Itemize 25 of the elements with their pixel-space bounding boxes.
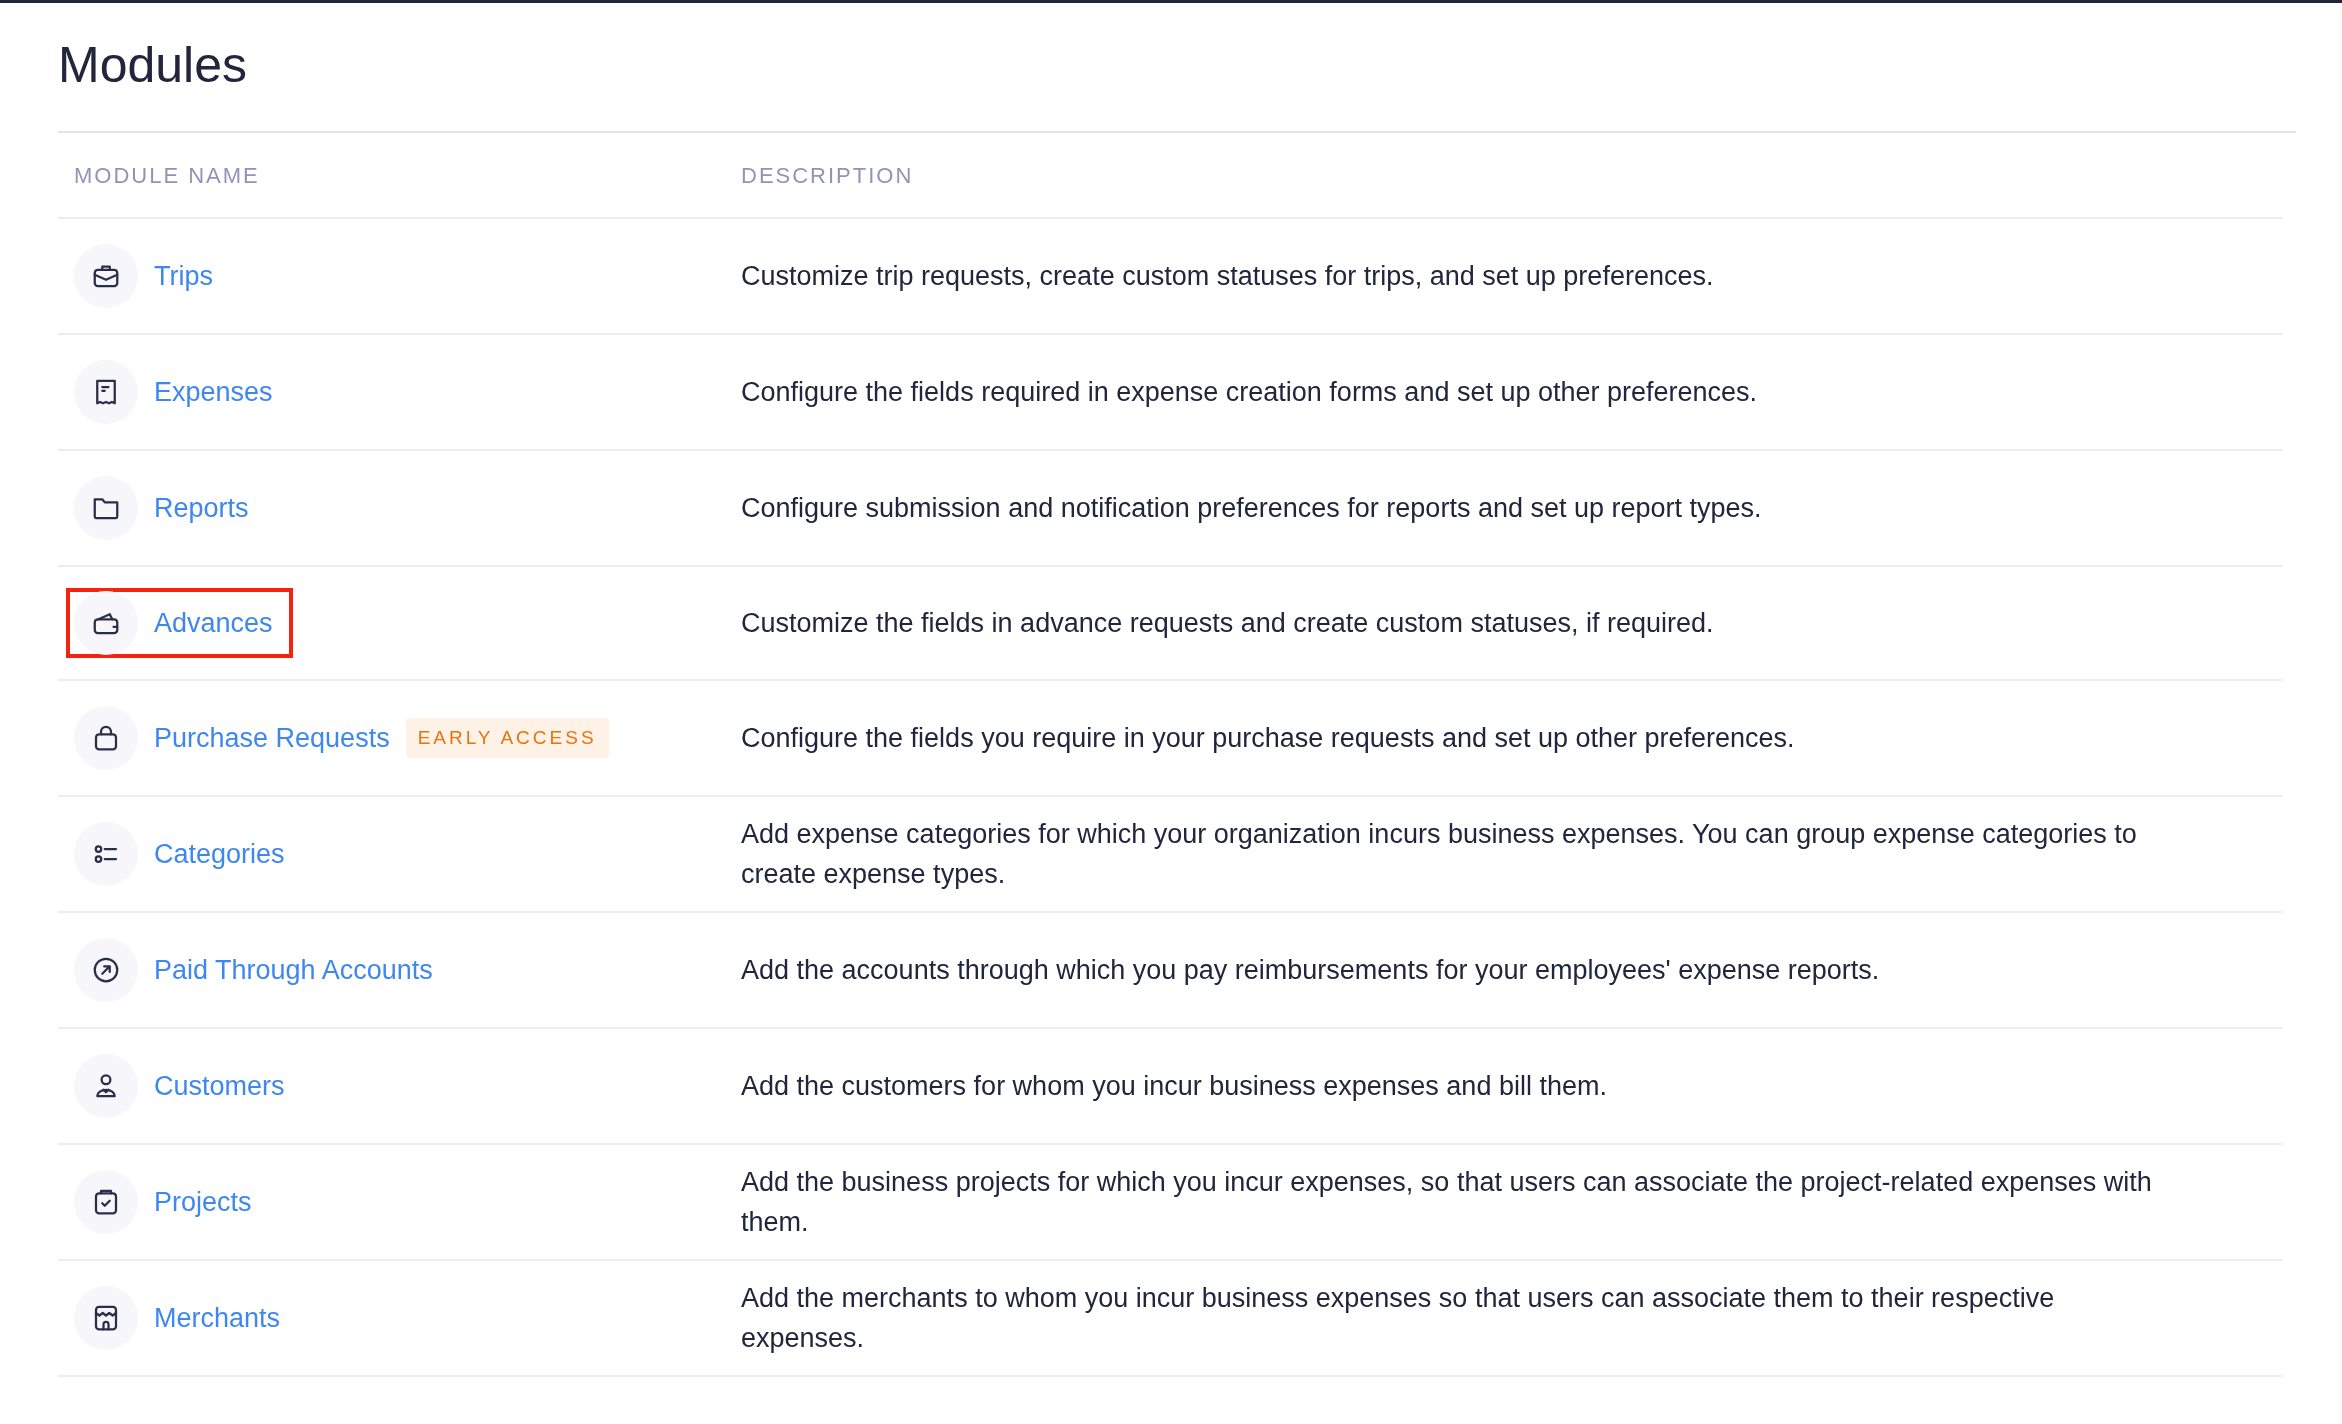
module-description: Add the merchants to whom you incur business expenses so that users can associate them to their respective expenses. [741,1282,2056,1355]
module-description: Configure the fields you require in your purchase requests and set up other preferences. [741,722,1796,755]
module-link[interactable]: Advances [154,602,273,644]
arrow-circle-icon [91,955,121,985]
module-link[interactable]: Reports [154,487,249,529]
module-description: Configure the fields required in expense creation forms and set up other preferences. [741,376,1759,409]
page-title: Modules [58,35,2296,133]
column-header: MODULE NAME [73,161,261,190]
module-description: Configure submission and notification preferences for reports and set up report types. [741,492,1763,525]
module-link[interactable]: Customers [154,1065,285,1107]
module-description: Add the customers for whom you incur business expenses and bill them. [741,1070,1608,1103]
column-header: DESCRIPTION [741,161,915,190]
early-access-badge: EARLY ACCESS [405,717,609,759]
module-link[interactable]: Expenses [154,371,273,413]
module-description: Customize trip requests, create custom statuses for trips, and set up preferences. [741,260,1715,293]
module-link[interactable]: Projects [154,1181,252,1223]
module-link[interactable]: Categories [154,833,285,875]
module-description: Add the business projects for which you incur expenses, so that users can associate the project-related expenses with them. [741,1166,2153,1239]
module-description: Customize the fields in advance requests and create custom statuses, if required. [741,607,1715,640]
module-link[interactable]: Merchants [154,1297,281,1339]
module-link[interactable]: Trips [154,255,213,297]
module-link[interactable]: Paid Through Accounts [154,949,433,991]
module-description: Add the accounts through which you pay reimbursements for your employees' expense reports. [741,954,1881,987]
module-link[interactable]: Purchase Requests [154,717,390,759]
module-description: Add expense categories for which your organization incurs business expenses. You can group expense categories to create expense types. [741,818,2138,891]
